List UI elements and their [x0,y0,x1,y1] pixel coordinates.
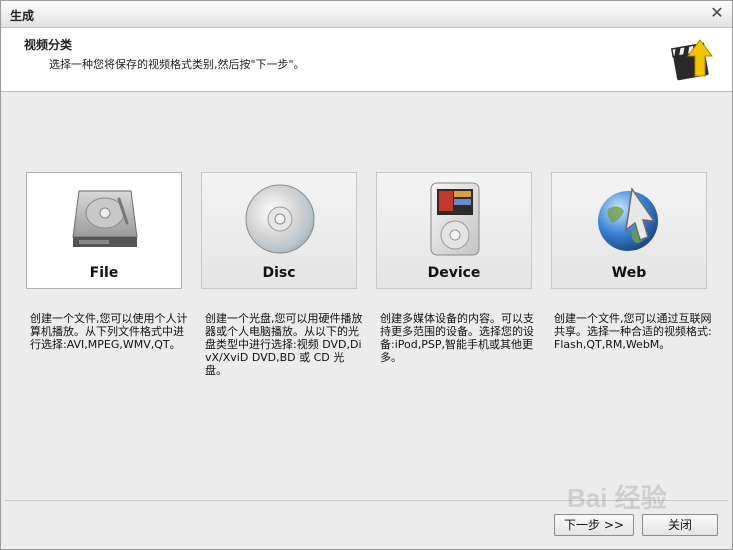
header-subtitle: 选择一种您将保存的视频格式类别,然后按"下一步"。 [49,58,305,71]
window-title: 生成 [10,9,35,23]
device-option-label: Device [427,265,481,281]
device-option-description: 创建多媒体设备的内容。可以支持更多范围的设备。选择您的设备:iPod,PSP,智… [380,312,534,364]
title-bar[interactable]: 生成 ✕ [1,1,732,28]
globe-cursor-icon [598,186,658,251]
web-option-card[interactable]: Web [551,172,707,289]
file-option-card[interactable]: File [26,172,182,289]
disc-option-description: 创建一个光盘,您可以用硬件播放器或个人电脑播放。从以下的光盘类型中进行选择:视频… [205,312,363,377]
close-button[interactable]: 关闭 [642,514,718,536]
media-player-icon [430,182,480,256]
export-dialog: 生成 ✕ 视频分类 选择一种您将保存的视频格式类别,然后按"下一步"。 File… [0,0,733,550]
file-option-description: 创建一个文件,您可以使用个人计算机播放。从下列文件格式中进行选择:AVI,MPE… [30,312,188,351]
web-option-label: Web [611,265,647,281]
disc-option-label: Disc [262,265,296,281]
watermark-text: Bai 经验 [567,483,667,513]
next-button[interactable]: 下一步 >> [554,514,634,536]
device-option-card[interactable]: Device [376,172,532,289]
clapperboard-arrow-icon [670,39,713,81]
dialog-header: 视频分类 选择一种您将保存的视频格式类别,然后按"下一步"。 [1,28,732,92]
file-option-label: File [89,265,119,281]
disc-option-card[interactable]: Disc [201,172,357,289]
close-icon[interactable]: ✕ [708,4,726,22]
header-title: 视频分类 [24,38,73,52]
hard-drive-icon [72,190,138,247]
disc-icon [245,184,315,254]
web-option-description: 创建一个文件,您可以通过互联网共享。选择一种合适的视频格式:Flash,QT,R… [554,312,712,351]
